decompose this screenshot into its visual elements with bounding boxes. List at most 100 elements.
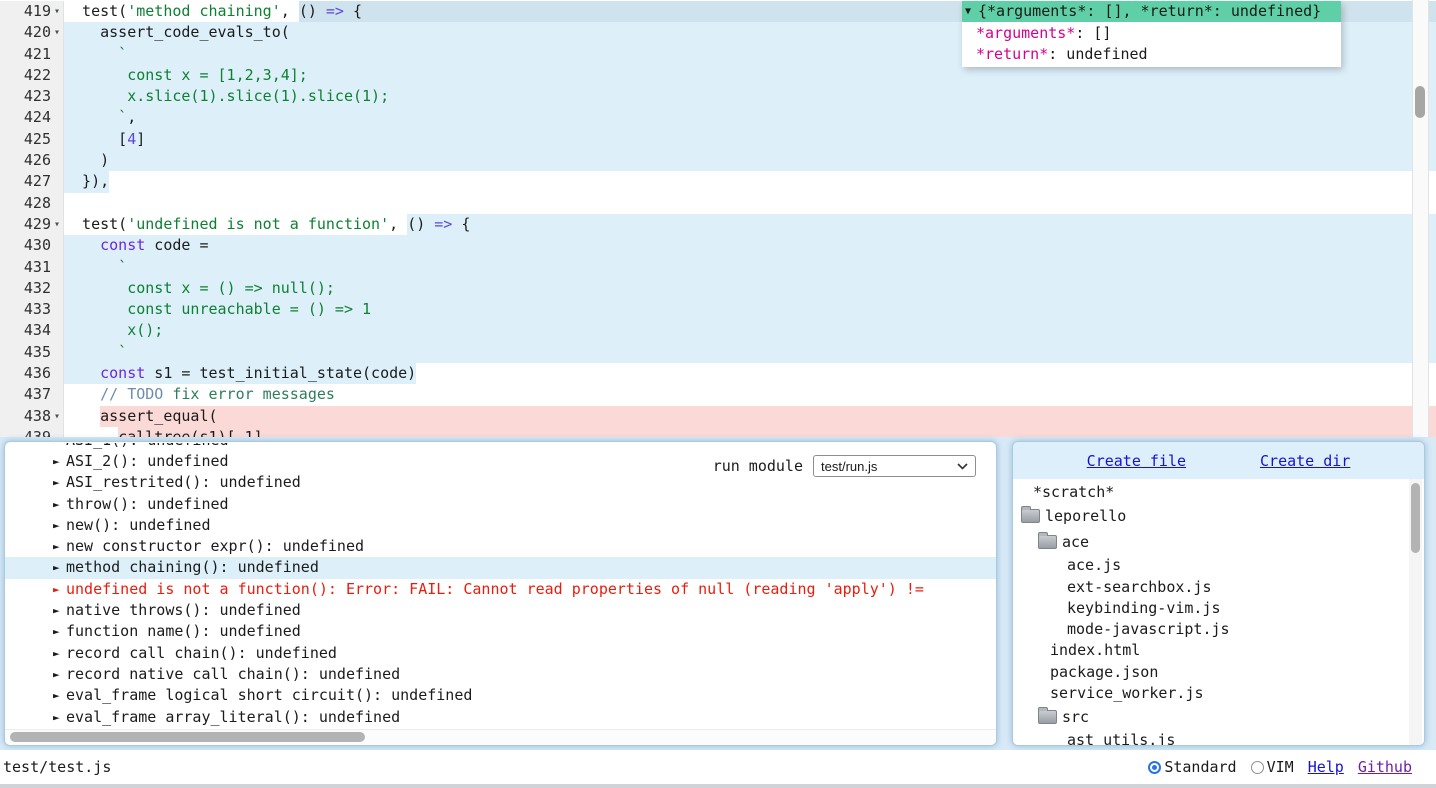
console-entry[interactable]: ►function name(): undefined: [5, 621, 996, 642]
line-number-gutter[interactable]: 438▾: [0, 406, 64, 427]
create-file-link[interactable]: Create file: [1087, 452, 1186, 470]
code-line-text[interactable]: `: [64, 342, 1436, 363]
fold-arrow-icon[interactable]: ▾: [51, 22, 63, 43]
collapse-triangle-icon[interactable]: ▼: [965, 1, 978, 22]
code-line-text[interactable]: const s1 = test_initial_state(code): [64, 363, 1436, 384]
code-line-text[interactable]: const x = () => null();: [64, 278, 1436, 299]
editor-line[interactable]: 428▾: [0, 193, 1436, 214]
line-number-gutter[interactable]: 429▾: [0, 214, 64, 235]
code-line-text[interactable]: [64, 193, 1436, 214]
fold-arrow-icon[interactable]: ▾: [51, 1, 63, 22]
editor-line[interactable]: 434▾ x();: [0, 320, 1436, 341]
console-entry[interactable]: ►native throws(): undefined: [5, 600, 996, 621]
line-number-gutter[interactable]: 423▾: [0, 86, 64, 107]
tree-scrollbar-thumb[interactable]: [1411, 483, 1420, 553]
expand-triangle-icon[interactable]: ►: [53, 707, 66, 728]
line-number-gutter[interactable]: 424▾: [0, 107, 64, 128]
console-entry[interactable]: ►throw(): undefined: [5, 494, 996, 515]
editor-line[interactable]: 430▾ const code =: [0, 235, 1436, 256]
create-dir-link[interactable]: Create dir: [1260, 452, 1350, 470]
tree-item-ast-utils-js[interactable]: ast_utils.js: [1013, 730, 1424, 745]
radio-selected-icon[interactable]: [1148, 761, 1161, 774]
expand-triangle-icon[interactable]: ►: [53, 664, 66, 685]
line-number-gutter[interactable]: 436▾: [0, 363, 64, 384]
code-line-text[interactable]: assert_equal(: [64, 406, 1436, 427]
help-link[interactable]: Help: [1308, 758, 1344, 776]
expand-triangle-icon[interactable]: ►: [53, 515, 66, 536]
editor-line[interactable]: 431▾ `: [0, 257, 1436, 278]
editor-line[interactable]: 423▾ x.slice(1).slice(1).slice(1);: [0, 86, 1436, 107]
editor-line[interactable]: 432▾ const x = () => null();: [0, 278, 1436, 299]
code-line-text[interactable]: `: [64, 257, 1436, 278]
keybinding-option-vim[interactable]: VIM: [1251, 758, 1294, 776]
editor-line[interactable]: 439▾ calltree(s1)[-1]: [0, 427, 1436, 437]
code-line-text[interactable]: }),: [64, 171, 1436, 192]
github-link[interactable]: Github: [1358, 758, 1412, 776]
editor-scrollbar-thumb[interactable]: [1415, 86, 1425, 118]
code-line-text[interactable]: const code =: [64, 235, 1436, 256]
code-line-text[interactable]: const x = [1,2,3,4];: [64, 65, 1436, 86]
expand-triangle-icon[interactable]: ►: [53, 685, 66, 706]
editor-line[interactable]: 429▾ test('undefined is not a function',…: [0, 214, 1436, 235]
console-entry[interactable]: ►record native call chain(): undefined: [5, 664, 996, 685]
console-entry[interactable]: ►new(): undefined: [5, 515, 996, 536]
code-editor[interactable]: 419▾ test('method chaining', () => {420▾…: [0, 0, 1436, 437]
console-entry-clipped[interactable]: ►ASI_1(): undefined: [5, 443, 996, 451]
module-select[interactable]: test/run.js: [813, 455, 976, 477]
tree-item-package-json[interactable]: package.json: [1013, 662, 1424, 683]
line-number-gutter[interactable]: 427▾: [0, 171, 64, 192]
fold-arrow-icon[interactable]: ▾: [51, 214, 63, 235]
editor-line[interactable]: 435▾ `: [0, 342, 1436, 363]
line-number-gutter[interactable]: 428▾: [0, 193, 64, 214]
code-line-text[interactable]: `,: [64, 107, 1436, 128]
tree-item-index-html[interactable]: index.html: [1013, 640, 1424, 661]
code-line-text[interactable]: test('undefined is not a function', () =…: [64, 214, 1436, 235]
line-number-gutter[interactable]: 426▾: [0, 150, 64, 171]
console-entry[interactable]: ►eval_frame logical short circuit(): und…: [5, 685, 996, 706]
code-line-text[interactable]: ): [64, 150, 1436, 171]
editor-line[interactable]: 425▾ [4]: [0, 129, 1436, 150]
console-entry[interactable]: ►ASI_1(): undefined: [5, 443, 996, 451]
console-entry[interactable]: ►eval_frame array_literal(): undefined: [5, 707, 996, 728]
console-entry[interactable]: ►method chaining(): undefined: [5, 557, 996, 578]
editor-line[interactable]: 426▾ ): [0, 150, 1436, 171]
expand-triangle-icon[interactable]: ►: [53, 621, 66, 642]
fold-arrow-icon[interactable]: ▾: [51, 406, 63, 427]
tree-item-ext-searchbox-js[interactable]: ext-searchbox.js: [1013, 577, 1424, 598]
line-number-gutter[interactable]: 422▾: [0, 65, 64, 86]
line-number-gutter[interactable]: 432▾: [0, 278, 64, 299]
line-number-gutter[interactable]: 434▾: [0, 320, 64, 341]
line-number-gutter[interactable]: 431▾: [0, 257, 64, 278]
editor-line[interactable]: 433▾ const unreachable = () => 1: [0, 299, 1436, 320]
expand-triangle-icon[interactable]: ►: [53, 451, 66, 472]
expand-triangle-icon[interactable]: ►: [53, 494, 66, 515]
code-line-text[interactable]: x.slice(1).slice(1).slice(1);: [64, 86, 1436, 107]
line-number-gutter[interactable]: 421▾: [0, 44, 64, 65]
expand-triangle-icon[interactable]: ►: [53, 472, 66, 493]
tree-item-scratch[interactable]: *scratch*: [1013, 482, 1424, 503]
editor-line[interactable]: 437▾ // TODO fix error messages: [0, 384, 1436, 405]
line-number-gutter[interactable]: 425▾: [0, 129, 64, 150]
code-line-text[interactable]: calltree(s1)[-1]: [64, 427, 1436, 437]
code-line-text[interactable]: const unreachable = () => 1: [64, 299, 1436, 320]
eval-widget-header[interactable]: ▼{*arguments*: [], *return*: undefined}: [962, 1, 1341, 22]
keybinding-option-standard[interactable]: Standard: [1148, 758, 1236, 776]
code-line-text[interactable]: [4]: [64, 129, 1436, 150]
console-entry[interactable]: ►undefined is not a function(): Error: F…: [5, 579, 996, 600]
editor-line[interactable]: 422▾ const x = [1,2,3,4];: [0, 65, 1436, 86]
expand-triangle-icon[interactable]: ►: [53, 579, 66, 600]
expand-triangle-icon[interactable]: ►: [53, 643, 66, 664]
line-number-gutter[interactable]: 430▾: [0, 235, 64, 256]
editor-vertical-scrollbar[interactable]: [1412, 0, 1429, 437]
console-entry[interactable]: ►record call chain(): undefined: [5, 643, 996, 664]
line-number-gutter[interactable]: 420▾: [0, 22, 64, 43]
tree-item-src[interactable]: src: [1013, 704, 1424, 730]
editor-line[interactable]: 427▾ }),: [0, 171, 1436, 192]
line-number-gutter[interactable]: 437▾: [0, 384, 64, 405]
editor-line[interactable]: 436▾ const s1 = test_initial_state(code): [0, 363, 1436, 384]
expand-triangle-icon[interactable]: ►: [53, 443, 66, 451]
tree-item-leporello[interactable]: leporello: [1013, 503, 1424, 529]
line-number-gutter[interactable]: 439▾: [0, 427, 64, 437]
tree-item-ace-js[interactable]: ace.js: [1013, 555, 1424, 576]
console-horizontal-scrollbar[interactable]: [5, 729, 996, 745]
